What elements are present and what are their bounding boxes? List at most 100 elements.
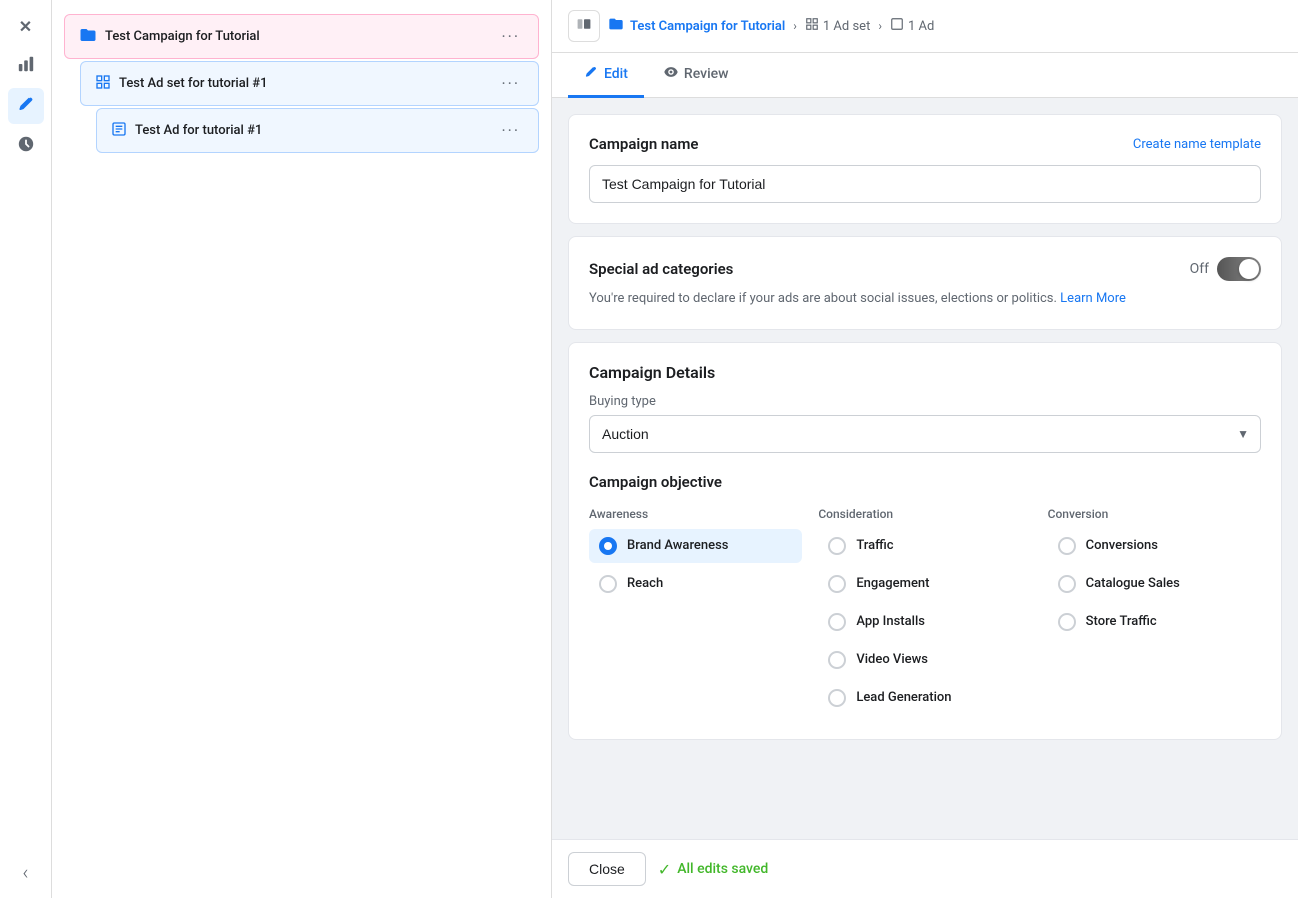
radio-lead-generation [828, 689, 846, 707]
panel-toggle-button[interactable] [568, 10, 600, 42]
edit-pencil-icon [584, 65, 598, 83]
campaign-more-button[interactable]: ··· [497, 25, 524, 48]
radio-app-installs [828, 613, 846, 631]
breadcrumb-campaign[interactable]: Test Campaign for Tutorial [608, 16, 785, 36]
objective-columns: Awareness Brand Awareness Reach [589, 507, 1261, 719]
adset-label: Test Ad set for tutorial #1 [119, 76, 489, 91]
tab-review-label: Review [684, 66, 729, 82]
tab-review[interactable]: Review [648, 53, 745, 98]
tab-edit[interactable]: Edit [568, 53, 644, 98]
conversion-header: Conversion [1048, 507, 1261, 521]
tab-edit-label: Edit [604, 66, 628, 82]
sidebar-icons: ✕ ‹ [0, 0, 52, 898]
special-ad-card: Special ad categories Off You're require… [568, 236, 1282, 330]
special-ad-toggle-area: Off [1190, 257, 1261, 281]
engagement-label: Engagement [856, 576, 929, 591]
objective-store-traffic[interactable]: Store Traffic [1048, 605, 1261, 639]
campaign-tree-panel: Test Campaign for Tutorial ··· Test Ad s… [52, 0, 552, 898]
bottom-bar: Close ✓ All edits saved [552, 839, 1298, 898]
learn-more-link[interactable]: Learn More [1060, 291, 1126, 306]
campaign-name-header: Campaign name Create name template [589, 135, 1261, 153]
awareness-header: Awareness [589, 507, 802, 521]
main-content: Campaign name Create name template Speci… [552, 98, 1298, 839]
conversions-label: Conversions [1086, 538, 1158, 553]
radio-traffic [828, 537, 846, 555]
campaign-name-card: Campaign name Create name template [568, 114, 1282, 224]
video-views-label: Video Views [856, 652, 928, 667]
pencil-icon [17, 95, 35, 118]
buying-type-select-wrapper: Auction Reach and Frequency ▼ [589, 415, 1261, 453]
breadcrumb-ad-icon [890, 17, 904, 35]
breadcrumb-folder-icon [608, 16, 624, 36]
objective-traffic[interactable]: Traffic [818, 529, 1031, 563]
radio-video-views [828, 651, 846, 669]
sidebar-collapse-button[interactable]: ‹ [8, 854, 44, 890]
radio-brand-awareness [599, 537, 617, 555]
buying-type-select[interactable]: Auction Reach and Frequency [589, 415, 1261, 453]
special-ad-header: Special ad categories Off [589, 257, 1261, 281]
brand-awareness-label: Brand Awareness [627, 538, 728, 553]
ad-more-button[interactable]: ··· [497, 119, 524, 142]
store-traffic-label: Store Traffic [1086, 614, 1157, 629]
breadcrumb-ad-label: 1 Ad [908, 19, 934, 34]
create-template-link[interactable]: Create name template [1133, 137, 1261, 152]
toggle-knob [1239, 259, 1259, 279]
objective-lead-generation[interactable]: Lead Generation [818, 681, 1031, 715]
objective-reach[interactable]: Reach [589, 567, 802, 601]
app-installs-label: App Installs [856, 614, 925, 629]
adset-grid-icon [95, 74, 111, 94]
chart-bar-icon [17, 55, 35, 78]
close-button[interactable]: Close [568, 852, 646, 886]
breadcrumb-adset-icon [805, 17, 819, 35]
traffic-label: Traffic [856, 538, 893, 553]
campaign-folder-icon [79, 26, 97, 48]
catalogue-sales-label: Catalogue Sales [1086, 576, 1180, 591]
tree-item-adset[interactable]: Test Ad set for tutorial #1 ··· [80, 61, 539, 106]
tab-bar: Edit Review [552, 53, 1298, 98]
objective-conversions[interactable]: Conversions [1048, 529, 1261, 563]
objective-brand-awareness[interactable]: Brand Awareness [589, 529, 802, 563]
objective-video-views[interactable]: Video Views [818, 643, 1031, 677]
objective-catalogue-sales[interactable]: Catalogue Sales [1048, 567, 1261, 601]
conversion-column: Conversion Conversions Catalogue Sales S… [1048, 507, 1261, 719]
radio-store-traffic [1058, 613, 1076, 631]
breadcrumb-ad[interactable]: 1 Ad [890, 17, 934, 35]
radio-conversions [1058, 537, 1076, 555]
campaign-name-label: Campaign name [589, 135, 698, 153]
campaign-name-input[interactable] [589, 165, 1261, 203]
breadcrumb-adset[interactable]: 1 Ad set [805, 17, 870, 35]
sidebar-clock-button[interactable] [8, 128, 44, 164]
sidebar-edit-button[interactable] [8, 88, 44, 124]
buying-type-label: Buying type [589, 394, 1261, 409]
sidebar-chart-button[interactable] [8, 48, 44, 84]
radio-reach [599, 575, 617, 593]
saved-label: All edits saved [677, 861, 768, 877]
review-eye-icon [664, 65, 678, 83]
campaign-details-card: Campaign Details Buying type Auction Rea… [568, 342, 1282, 740]
objective-engagement[interactable]: Engagement [818, 567, 1031, 601]
special-ad-description: You're required to declare if your ads a… [589, 289, 1261, 309]
campaign-details-title: Campaign Details [589, 363, 1261, 382]
panel-toggle-icon [576, 16, 592, 36]
breadcrumb-campaign-name: Test Campaign for Tutorial [630, 19, 785, 34]
breadcrumb-sep-2: › [878, 19, 882, 33]
special-ad-toggle[interactable] [1217, 257, 1261, 281]
chevron-left-icon: ‹ [23, 860, 29, 884]
campaign-objective-label: Campaign objective [589, 473, 1261, 491]
objective-app-installs[interactable]: App Installs [818, 605, 1031, 639]
radio-engagement [828, 575, 846, 593]
clock-icon [17, 135, 35, 158]
right-panel: Test Campaign for Tutorial › 1 Ad set › … [552, 0, 1298, 898]
breadcrumb-adset-label: 1 Ad set [823, 19, 870, 34]
breadcrumb-bar: Test Campaign for Tutorial › 1 Ad set › … [552, 0, 1298, 53]
tree-item-campaign[interactable]: Test Campaign for Tutorial ··· [64, 14, 539, 59]
adset-more-button[interactable]: ··· [497, 72, 524, 95]
toggle-off-label: Off [1190, 261, 1209, 277]
sidebar-close-button[interactable]: ✕ [8, 8, 44, 44]
tree-item-ad[interactable]: Test Ad for tutorial #1 ··· [96, 108, 539, 153]
campaign-label: Test Campaign for Tutorial [105, 29, 489, 44]
special-ad-title: Special ad categories [589, 260, 733, 278]
awareness-column: Awareness Brand Awareness Reach [589, 507, 802, 719]
close-x-icon: ✕ [19, 17, 32, 36]
radio-catalogue-sales [1058, 575, 1076, 593]
